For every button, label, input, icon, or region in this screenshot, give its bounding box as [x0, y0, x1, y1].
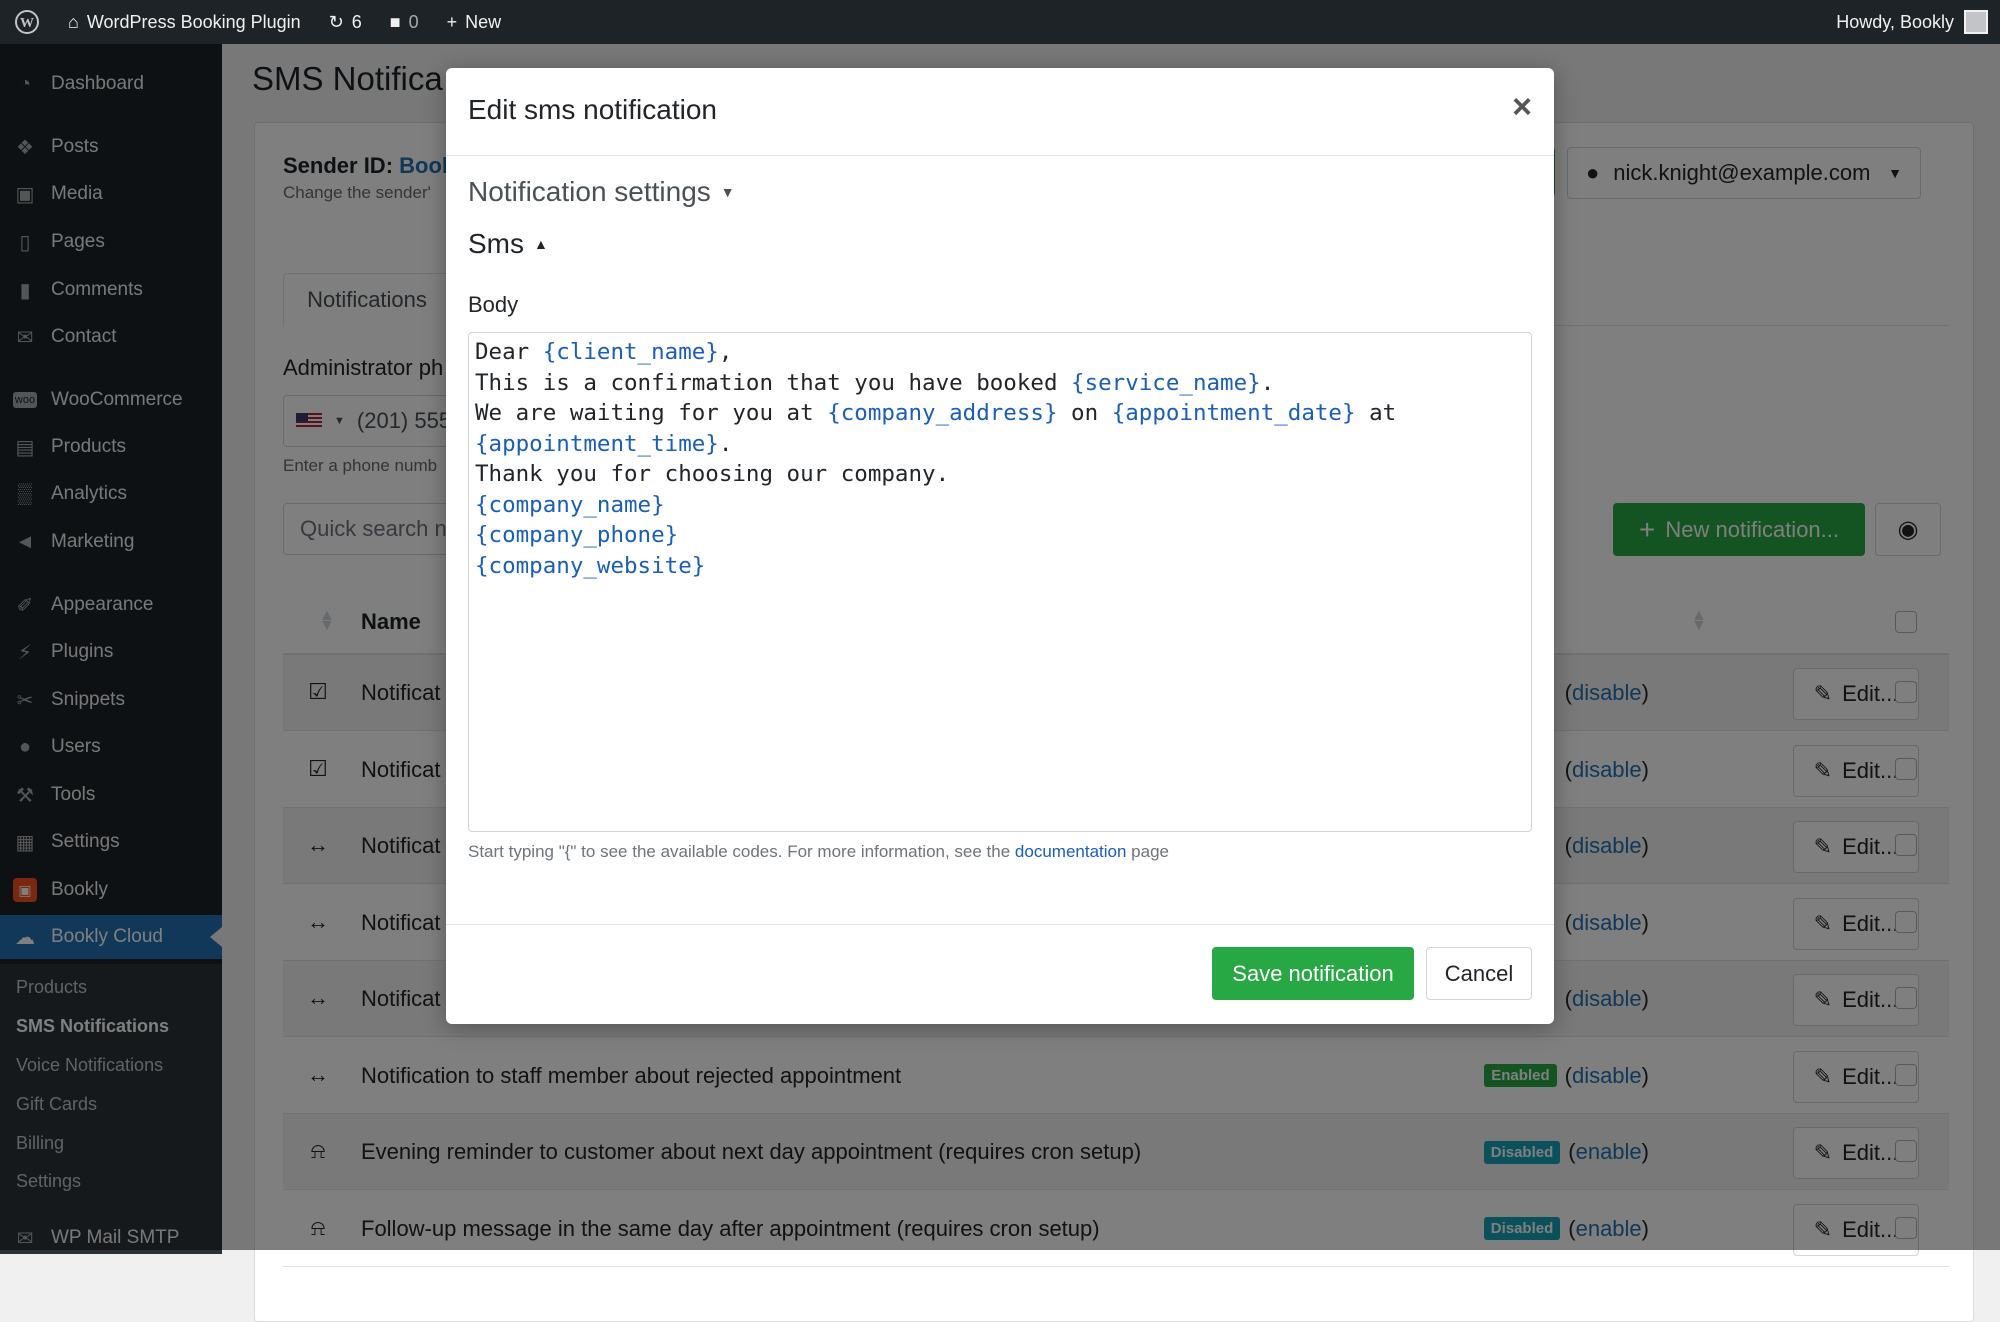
edit-sms-notification-modal: Edit sms notification × Notification set… — [446, 68, 1554, 1024]
admin-bar: W ⌂ WordPress Booking Plugin ↻ 6 ■ 0 + N… — [0, 0, 2000, 44]
body-label: Body — [468, 292, 519, 317]
modal-footer: Save notification Cancel — [446, 924, 1554, 1024]
template-code: {company_address} — [827, 400, 1058, 426]
site-name-link[interactable]: ⌂ WordPress Booking Plugin — [54, 0, 315, 44]
updates-icon: ↻ — [328, 11, 344, 32]
body-line: Thank you for choosing our company. — [475, 459, 1525, 490]
updates-count: 6 — [351, 11, 362, 32]
template-code: {appointment_date} — [1111, 400, 1356, 426]
updates-link[interactable]: ↻ 6 — [315, 0, 376, 44]
body-textarea[interactable]: Dear {client_name}, This is a confirmatio… — [468, 332, 1532, 832]
body-line: {appointment_time}. — [475, 429, 1525, 460]
new-content-link[interactable]: + New — [433, 0, 516, 44]
notification-settings-toggle[interactable]: Notification settings ▼ — [468, 176, 735, 208]
template-code: {company_name} — [475, 491, 665, 518]
help-text: page — [1126, 842, 1169, 861]
help-text: Start typing "{" to see the available co… — [468, 842, 1015, 861]
comments-count: 0 — [408, 11, 419, 32]
section-label: Notification settings — [468, 176, 711, 207]
plus-icon: + — [446, 11, 458, 32]
body-text: Dear — [475, 339, 543, 365]
modal-title: Edit sms notification — [468, 94, 717, 125]
template-code: {company_website} — [475, 552, 706, 579]
caret-down-icon: ▼ — [720, 184, 735, 200]
comments-link[interactable]: ■ 0 — [376, 0, 433, 44]
body-line: {company_name} — [475, 490, 1525, 521]
howdy-text: Howdy, Bookly — [1836, 11, 1954, 32]
comment-icon: ■ — [389, 11, 401, 32]
body-text: , — [718, 339, 733, 365]
save-notification-button[interactable]: Save notification — [1212, 947, 1414, 1000]
body-line: {company_website} — [475, 551, 1525, 582]
body-line: {company_phone} — [475, 520, 1525, 551]
svg-text:W: W — [20, 16, 34, 31]
site-name: WordPress Booking Plugin — [86, 11, 301, 32]
avatar — [1964, 10, 1988, 34]
body-help-text: Start typing "{" to see the available co… — [468, 842, 1169, 862]
body-line: This is a confirmation that you have boo… — [475, 368, 1525, 399]
body-text: . — [718, 430, 733, 457]
body-line: We are waiting for you at {company_addre… — [475, 398, 1525, 429]
body-text: This is a confirmation that you have boo… — [475, 369, 1072, 396]
modal-header: Edit sms notification × — [446, 68, 1554, 156]
cancel-button[interactable]: Cancel — [1426, 947, 1532, 1000]
template-code: {appointment_time} — [475, 430, 719, 457]
section-label: Sms — [468, 228, 524, 259]
body-text: We are waiting for you at — [475, 400, 828, 426]
documentation-link[interactable]: documentation — [1015, 842, 1127, 861]
new-label: New — [465, 11, 502, 32]
body-text: at — [1355, 400, 1397, 426]
body-text: Thank you for choosing our company. — [475, 461, 950, 487]
close-icon[interactable]: × — [1512, 90, 1532, 124]
wordpress-logo-icon[interactable]: W — [0, 0, 54, 44]
account-menu[interactable]: Howdy, Bookly — [1822, 0, 2000, 44]
body-text: . — [1260, 369, 1275, 396]
home-icon: ⌂ — [68, 11, 79, 32]
body-line: Dear {client_name}, — [475, 337, 1525, 368]
sms-section-toggle[interactable]: Sms ▲ — [468, 228, 548, 260]
template-code: {client_name} — [542, 339, 719, 365]
caret-up-icon: ▲ — [534, 236, 548, 252]
template-code: {service_name} — [1071, 369, 1261, 396]
template-code: {company_phone} — [475, 522, 679, 548]
body-text: on — [1057, 400, 1112, 426]
